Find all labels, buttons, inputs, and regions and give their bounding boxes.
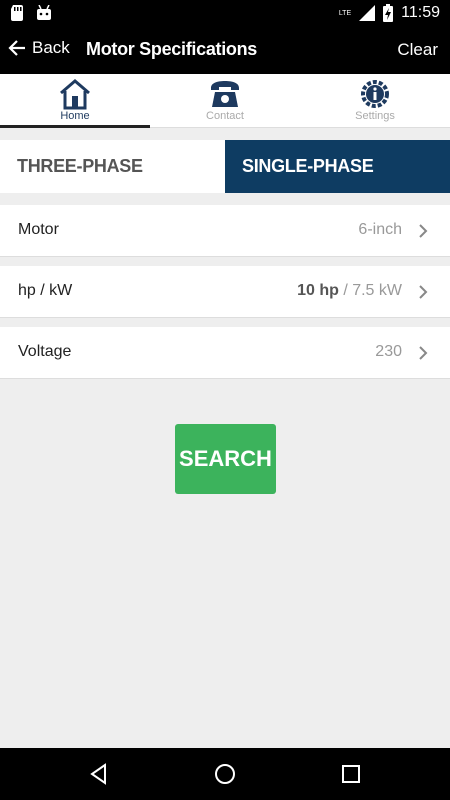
- voltage-row[interactable]: Voltage 230: [0, 327, 450, 379]
- house-icon: [60, 79, 90, 110]
- tab-settings[interactable]: Settings: [300, 74, 450, 128]
- network-label: LTE: [338, 9, 352, 17]
- single-phase-button[interactable]: SINGLE-PHASE: [225, 140, 450, 193]
- tab-home[interactable]: Home: [0, 74, 150, 128]
- sd-card-icon: [11, 5, 23, 21]
- three-phase-button[interactable]: THREE-PHASE: [0, 140, 225, 193]
- power-row[interactable]: hp / kW 10 hp / 7.5 kW: [0, 266, 450, 318]
- status-time: 11:59: [401, 4, 440, 21]
- power-label: hp / kW: [18, 282, 73, 299]
- tab-label: Home: [60, 110, 90, 122]
- status-bar: LTE 11:59: [0, 0, 450, 26]
- kw-value: / 7.5 kW: [338, 282, 402, 299]
- motor-row[interactable]: Motor 6-inch: [0, 205, 450, 257]
- tab-contact[interactable]: Contact: [150, 74, 300, 128]
- back-triangle-icon[interactable]: [87, 762, 111, 786]
- chevron-right-icon: [419, 285, 428, 299]
- battery-charging-icon: [383, 4, 394, 22]
- tab-label: Settings: [355, 110, 395, 122]
- page-title: Motor Specifications: [86, 39, 258, 59]
- tab-label: Contact: [206, 110, 244, 122]
- gear-info-icon: [361, 80, 389, 108]
- voltage-label: Voltage: [18, 343, 72, 360]
- recents-square-icon[interactable]: [339, 762, 363, 786]
- tab-bar: Home Contact Settings: [0, 74, 450, 128]
- phone-icon: [211, 81, 239, 107]
- motor-label: Motor: [18, 221, 59, 238]
- app-bar: Back Motor Specifications Clear: [0, 26, 450, 74]
- voltage-value: 230: [375, 343, 402, 360]
- clear-button[interactable]: Clear: [397, 40, 438, 60]
- home-circle-icon[interactable]: [213, 762, 237, 786]
- arrow-left-icon: [8, 40, 25, 56]
- system-nav-bar: [0, 748, 450, 800]
- chevron-right-icon: [419, 224, 428, 238]
- phase-selector: THREE-PHASE SINGLE-PHASE: [0, 140, 450, 193]
- signal-icon: [359, 5, 376, 21]
- back-label: Back: [32, 38, 70, 57]
- power-value: 10 hp / 7.5 kW: [297, 282, 402, 300]
- hp-value: 10 hp: [297, 282, 339, 299]
- back-button[interactable]: Back: [8, 38, 70, 58]
- chevron-right-icon: [419, 346, 428, 360]
- android-icon: [37, 5, 51, 20]
- motor-value: 6-inch: [358, 221, 402, 238]
- search-button[interactable]: SEARCH: [175, 424, 276, 494]
